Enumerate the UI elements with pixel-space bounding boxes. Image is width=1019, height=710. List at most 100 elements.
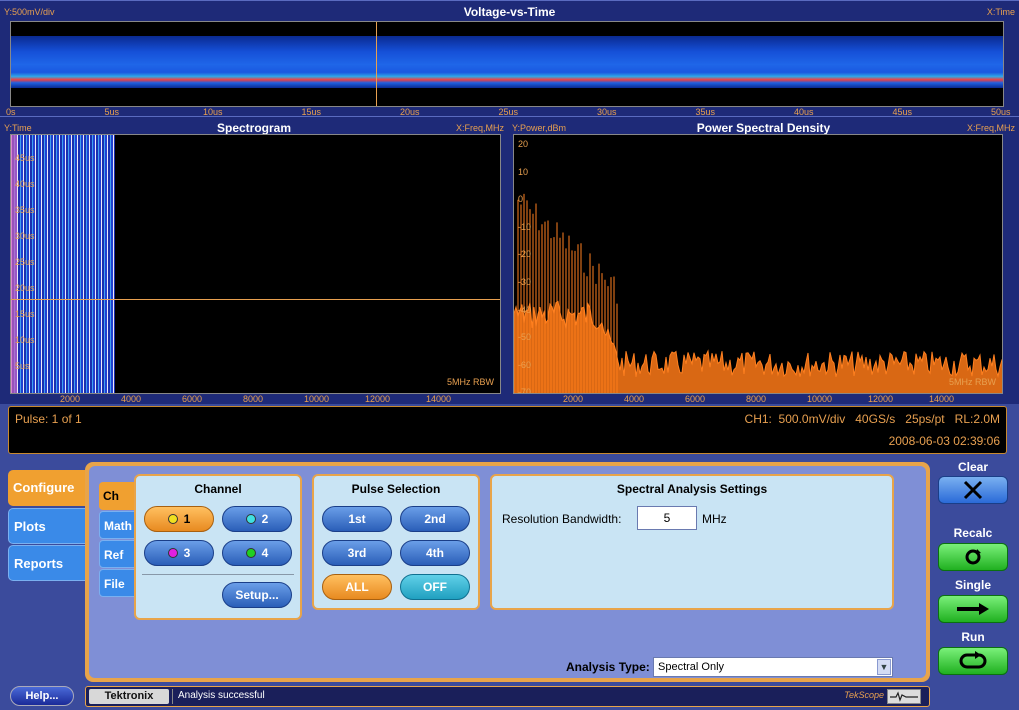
run-label: Run: [961, 630, 985, 644]
psd-x-tick: 10000: [807, 394, 833, 404]
voltage-time-panel: Y:500mV/div Voltage-vs-Time X:Time 0s 5us…: [0, 0, 1019, 118]
spec-x-tick: 10000: [304, 394, 330, 404]
pulse-off-button[interactable]: OFF: [400, 574, 470, 600]
rbw-label: Resolution Bandwidth:: [502, 512, 622, 526]
run-button[interactable]: [938, 647, 1008, 675]
spec-title: Spectrogram: [216, 121, 292, 135]
chevron-down-icon[interactable]: ▼: [877, 659, 891, 675]
spec-x-label: X:Freq,MHz: [455, 123, 504, 133]
spec-y-tick: 25us: [15, 257, 35, 267]
channel-1-button[interactable]: 1: [144, 506, 214, 532]
status-bar: Tektronix Analysis successful TekScope: [85, 686, 930, 707]
pulse-4th-button[interactable]: 4th: [400, 540, 470, 566]
tab-plots[interactable]: Plots: [8, 508, 86, 544]
psd-y-tick: -70: [518, 387, 532, 394]
spec-y-tick: 40us: [15, 179, 35, 189]
psd-y-tick: -40: [518, 304, 532, 315]
close-icon: [963, 480, 983, 499]
status-message: Analysis successful: [178, 690, 265, 701]
spec-x-tick: 14000: [426, 394, 452, 404]
psd-y-tick: -30: [518, 277, 532, 287]
psd-y-tick: 0: [518, 194, 524, 205]
pulse-counter: Pulse: 1 of 1: [15, 412, 82, 426]
pulse-all-button[interactable]: ALL: [322, 574, 392, 600]
vt-x-label: X:Time: [986, 7, 1015, 17]
clear-label: Clear: [957, 460, 989, 474]
spec-y-tick: 5us: [15, 361, 30, 371]
psd-x-tick: 4000: [624, 394, 645, 404]
psd-y-tick: 20: [518, 139, 529, 149]
spec-y-tick: 15us: [15, 309, 35, 319]
psd-title: Power Spectral Density: [696, 121, 831, 135]
tab-reports[interactable]: Reports: [8, 545, 86, 581]
scope-waveform-icon[interactable]: [887, 689, 921, 704]
clear-button[interactable]: [938, 476, 1008, 504]
tektronix-logo: Tektronix: [89, 689, 169, 704]
spec-x-tick: 2000: [60, 394, 81, 404]
configure-panel: Ch Math Ref File Channel 1 2 3 4 Setup..…: [85, 462, 930, 682]
help-button[interactable]: Help...: [10, 686, 74, 706]
spec-y-tick: 35us: [15, 205, 35, 215]
spec-x-tick: 6000: [182, 394, 203, 404]
single-label: Single: [954, 578, 991, 592]
spec-y-tick: 20us: [15, 283, 35, 293]
psd-x-label: X:Freq,MHz: [966, 123, 1015, 133]
single-button[interactable]: [938, 595, 1008, 623]
channel-4-dot: [245, 548, 256, 558]
channel-1-dot: [167, 514, 178, 524]
acquisition-info-bar: Pulse: 1 of 1 CH1: 500.0mV/div 40GS/s 25…: [8, 406, 1007, 454]
psd-x-tick: 6000: [685, 394, 706, 404]
psd-plot[interactable]: 20 10 0 -10 -20 -30 -40 -50 -60 -70 5MHz RBW: [513, 134, 1003, 394]
spec-x-tick: 4000: [121, 394, 142, 404]
recalc-button[interactable]: [938, 543, 1008, 571]
psd-y-tick: -50: [518, 332, 532, 343]
pulse-3rd-button[interactable]: 3rd: [322, 540, 392, 566]
pulse-selection-group: Pulse Selection 1st 2nd 3rd 4th ALL OFF: [312, 474, 480, 610]
psd-y-tick: -20: [518, 249, 532, 260]
channel-title: Channel: [194, 482, 242, 496]
spectrogram-panel: Y:Time Spectrogram X:Freq,MHz 45us 40us 35…: [0, 116, 508, 404]
analysis-type-label: Analysis Type:: [566, 660, 650, 674]
pulse-selection-title: Pulse Selection: [351, 482, 441, 496]
rbw-input[interactable]: 5: [637, 506, 697, 530]
acquisition-settings: CH1: 500.0mV/div 40GS/s 25ps/pt RL:2.0M: [744, 412, 1000, 426]
channel-setup-button[interactable]: Setup...: [222, 582, 292, 608]
scope-window: Y:500mV/div Voltage-vs-Time X:Time 0s 5us…: [0, 0, 1019, 710]
pulse-1st-button[interactable]: 1st: [322, 506, 392, 532]
tekscope-label: TekScope: [844, 690, 884, 700]
channel-3-dot: [167, 548, 178, 558]
tab-configure[interactable]: Configure: [8, 470, 86, 506]
vt-plot[interactable]: [10, 21, 1004, 107]
channel-2-button[interactable]: 2: [222, 506, 292, 532]
channel-3-button[interactable]: 3: [144, 540, 214, 566]
psd-y-tick: -10: [518, 221, 532, 232]
spectrogram-plot[interactable]: 45us 40us 35us 30us 25us 20us 15us 10us 5us 5MHz…: [10, 134, 501, 394]
channel-group: Channel 1 2 3 4 Setup...: [134, 474, 302, 620]
psd-x-tick: 12000: [868, 394, 894, 404]
rbw-unit: MHz: [702, 512, 727, 526]
recalc-label: Recalc: [953, 526, 993, 540]
psd-panel: Y:Power,dBm Power Spectral Density X:Fre…: [508, 116, 1019, 404]
vt-title: Voltage-vs-Time: [463, 5, 556, 19]
arrow-right-icon: [957, 602, 989, 615]
channel-divider: [142, 574, 294, 575]
psd-noise-trace: [514, 300, 1002, 393]
psd-y-tick: 10: [518, 166, 529, 177]
spec-y-tick: 10us: [15, 335, 35, 345]
channel-4-button[interactable]: 4: [222, 540, 292, 566]
psd-rbw: 5MHz RBW: [949, 377, 996, 387]
analysis-type-value: Spectral Only: [658, 661, 725, 673]
analysis-type-select[interactable]: Spectral Only ▼: [653, 657, 893, 677]
spec-rbw: 5MHz RBW: [447, 377, 494, 387]
timestamp: 2008-06-03 02:39:06: [888, 434, 1000, 448]
pulse-2nd-button[interactable]: 2nd: [400, 506, 470, 532]
status-separator: [172, 689, 173, 704]
spec-y-tick: 30us: [15, 231, 35, 241]
spec-x-tick: 8000: [243, 394, 264, 404]
spectral-settings-title: Spectral Analysis Settings: [616, 482, 768, 496]
psd-x-tick: 2000: [563, 394, 584, 404]
refresh-icon: [965, 548, 981, 565]
psd-trace: [514, 193, 1002, 393]
spec-x-tick: 12000: [365, 394, 391, 404]
loop-icon: [959, 650, 987, 669]
